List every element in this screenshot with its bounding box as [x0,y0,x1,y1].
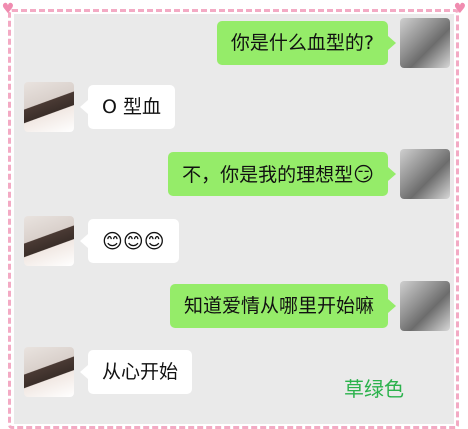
message-row: 不，你是我的理想型😏 [168,149,450,199]
message-bubble-sent[interactable]: 知道爱情从哪里开始嘛 [169,284,397,328]
message-row: 你是什么血型的? [216,18,450,68]
message-bubble-received[interactable]: 从心开始 [79,350,193,394]
message-text: 不，你是我的理想型 [182,164,354,186]
avatar[interactable] [24,347,74,397]
avatar[interactable] [24,82,74,132]
message-row: 😊😊😊 [24,216,179,266]
heart-icon: ♥ [453,1,467,17]
chat-area: 你是什么血型的? O 型血 不，你是我的理想型😏 😊😊😊 知道爱情从哪里开始嘛 … [14,14,454,424]
message-text: 知道爱情从哪里开始嘛 [183,295,374,317]
message-bubble-received[interactable]: O 型血 [80,85,175,129]
heart-icon: ♥ [1,1,15,17]
smile-emoji-icon: 😊😊😊 [102,229,165,253]
message-row: 知道爱情从哪里开始嘛 [169,281,450,331]
avatar[interactable] [400,149,450,199]
chat-screenshot-frame: 你是什么血型的? O 型血 不，你是我的理想型😏 😊😊😊 知道爱情从哪里开始嘛 … [0,0,468,429]
message-text: O 型血 [102,96,161,118]
message-text: 从心开始 [102,361,179,383]
message-row: 从心开始 [24,347,193,397]
avatar[interactable] [400,18,450,68]
avatar[interactable] [24,216,74,266]
watermark-text: 草绿色 [344,377,404,401]
message-text: 你是什么血型的? [230,32,374,54]
message-bubble-received[interactable]: 😊😊😊 [80,219,179,263]
smirk-emoji-icon: 😏 [353,162,374,186]
message-bubble-sent[interactable]: 不，你是我的理想型😏 [168,152,396,196]
message-bubble-sent[interactable]: 你是什么血型的? [216,21,397,65]
message-row: O 型血 [24,82,175,132]
avatar[interactable] [400,281,450,331]
